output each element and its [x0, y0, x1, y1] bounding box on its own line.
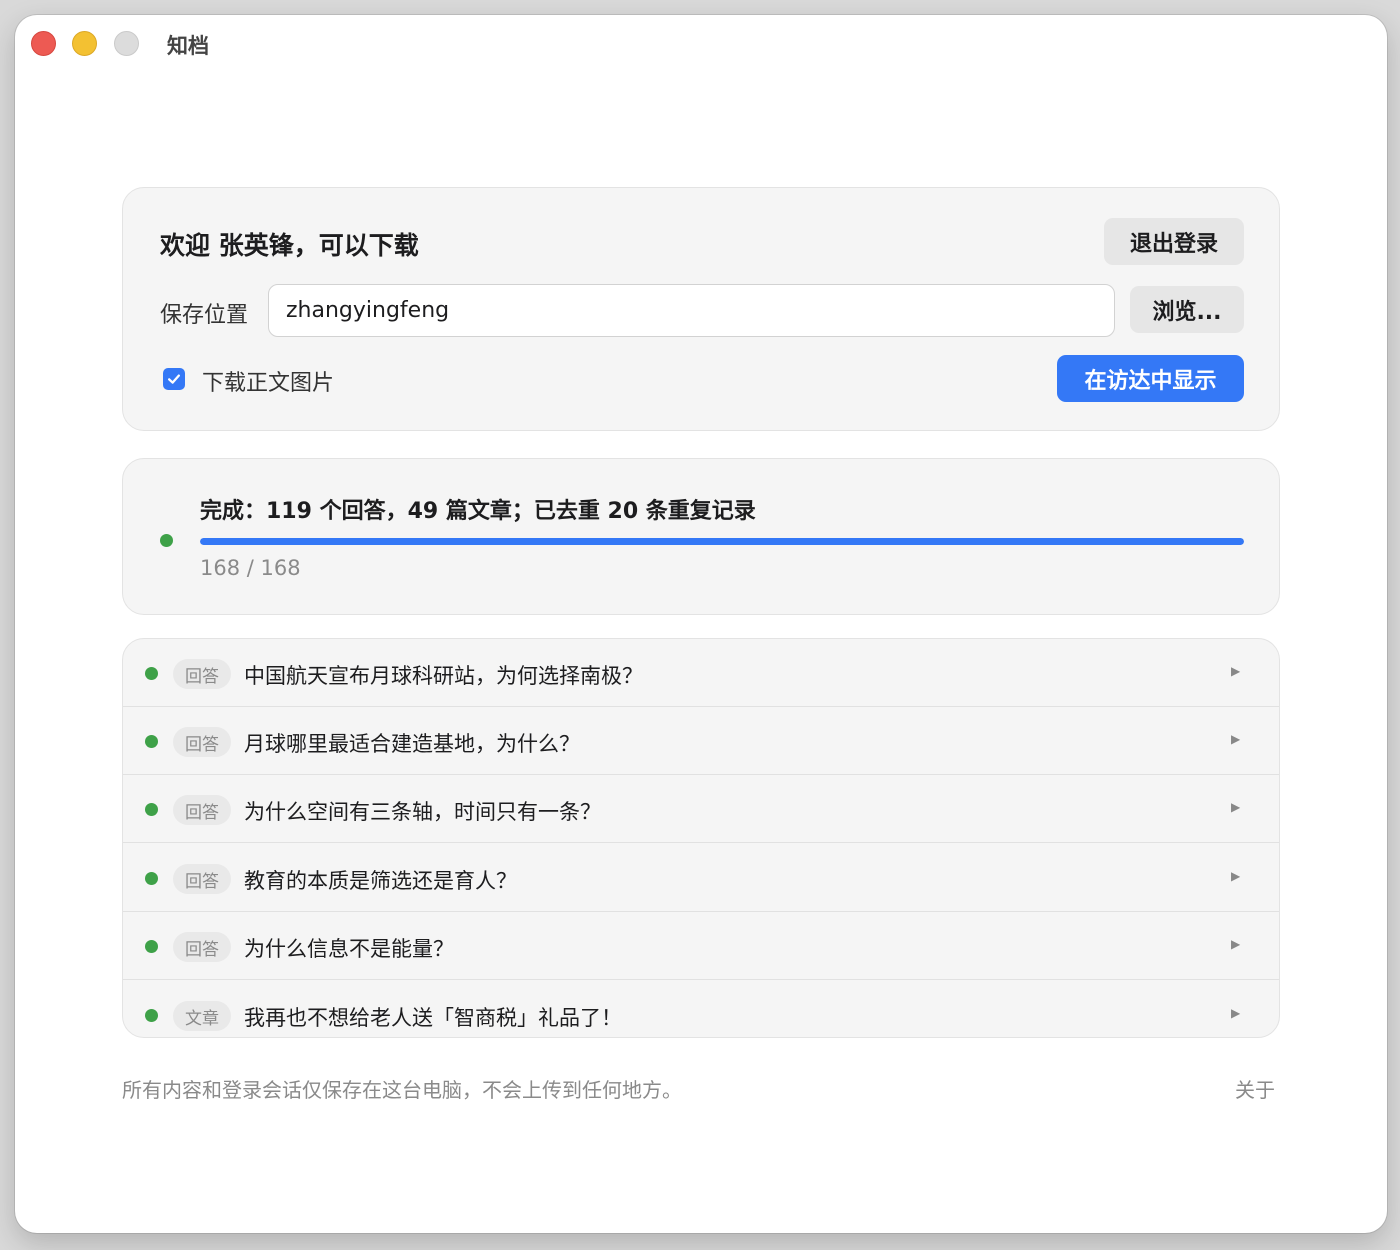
status-dot-icon — [145, 872, 158, 885]
progress-bar-fill — [200, 538, 1244, 545]
status-dot-icon — [145, 1009, 158, 1022]
window-title: 知档 — [167, 34, 209, 58]
status-dot-icon — [145, 940, 158, 953]
item-title: 教育的本质是筛选还是育人？ — [244, 869, 517, 893]
list-item[interactable]: 文章 我再也不想给老人送「智商税」礼品了！ ▶ — [123, 981, 1279, 1037]
status-dot-icon — [145, 803, 158, 816]
item-title: 我再也不想给老人送「智商税」礼品了！ — [244, 1006, 622, 1030]
zoom-window-button[interactable] — [114, 31, 139, 56]
list-item[interactable]: 回答 为什么信息不是能量？ ▶ — [123, 912, 1279, 980]
status-dot-icon — [145, 667, 158, 680]
item-type-tag: 回答 — [173, 727, 231, 757]
item-title: 中国航天宣布月球科研站，为何选择南极？ — [244, 664, 643, 688]
disclosure-arrow-icon[interactable]: ▶ — [1231, 869, 1240, 883]
about-link[interactable]: 关于 — [1235, 1074, 1275, 1103]
item-title: 月球哪里最适合建造基地，为什么？ — [244, 732, 580, 756]
title-bar: 知档 — [15, 15, 1387, 73]
disclosure-arrow-icon[interactable]: ▶ — [1231, 1006, 1240, 1020]
item-title: 为什么空间有三条轴，时间只有一条？ — [244, 800, 601, 824]
disclosure-arrow-icon[interactable]: ▶ — [1231, 937, 1240, 951]
close-window-button[interactable] — [31, 31, 56, 56]
item-title: 为什么信息不是能量？ — [244, 937, 454, 961]
progress-count: 168 / 168 — [200, 556, 301, 580]
browse-button[interactable]: 浏览... — [1130, 286, 1244, 333]
privacy-note: 所有内容和登录会话仅保存在这台电脑，不会上传到任何地方。 — [122, 1078, 682, 1102]
logout-button[interactable]: 退出登录 — [1104, 218, 1244, 265]
list-item[interactable]: 回答 中国航天宣布月球科研站，为何选择南极？ ▶ — [123, 639, 1279, 707]
status-dot-icon — [160, 534, 173, 547]
checkmark-icon — [168, 374, 180, 384]
progress-status: 完成：119 个回答，49 篇文章；已去重 20 条重复记录 — [200, 499, 756, 524]
item-type-tag: 回答 — [173, 864, 231, 894]
list-item[interactable]: 回答 教育的本质是筛选还是育人？ ▶ — [123, 844, 1279, 912]
app-window: 知档 欢迎 张英锋，可以下载 退出登录 保存位置 浏览... 下载正文图片 在访… — [15, 15, 1387, 1233]
account-card: 欢迎 张英锋，可以下载 退出登录 保存位置 浏览... 下载正文图片 在访达中显… — [122, 187, 1280, 431]
disclosure-arrow-icon[interactable]: ▶ — [1231, 800, 1240, 814]
show-in-finder-button[interactable]: 在访达中显示 — [1057, 355, 1244, 402]
save-location-input[interactable] — [268, 284, 1115, 337]
download-images-label[interactable]: 下载正文图片 — [202, 365, 334, 397]
list-item[interactable]: 回答 月球哪里最适合建造基地，为什么？ ▶ — [123, 707, 1279, 775]
item-list: 回答 中国航天宣布月球科研站，为何选择南极？ ▶ 回答 月球哪里最适合建造基地，… — [122, 638, 1280, 1038]
list-item[interactable]: 回答 为什么空间有三条轴，时间只有一条？ ▶ — [123, 775, 1279, 843]
item-type-tag: 回答 — [173, 659, 231, 689]
progress-card: 完成：119 个回答，49 篇文章；已去重 20 条重复记录 168 / 168 — [122, 458, 1280, 615]
progress-bar — [200, 538, 1244, 545]
item-type-tag: 回答 — [173, 795, 231, 825]
save-location-label: 保存位置 — [160, 303, 249, 328]
item-type-tag: 回答 — [173, 932, 231, 962]
item-type-tag: 文章 — [173, 1001, 231, 1031]
download-images-checkbox[interactable] — [163, 368, 185, 390]
disclosure-arrow-icon[interactable]: ▶ — [1231, 732, 1240, 746]
welcome-heading: 欢迎 张英锋，可以下载 — [160, 231, 419, 260]
disclosure-arrow-icon[interactable]: ▶ — [1231, 664, 1240, 678]
status-dot-icon — [145, 735, 158, 748]
minimize-window-button[interactable] — [72, 31, 97, 56]
